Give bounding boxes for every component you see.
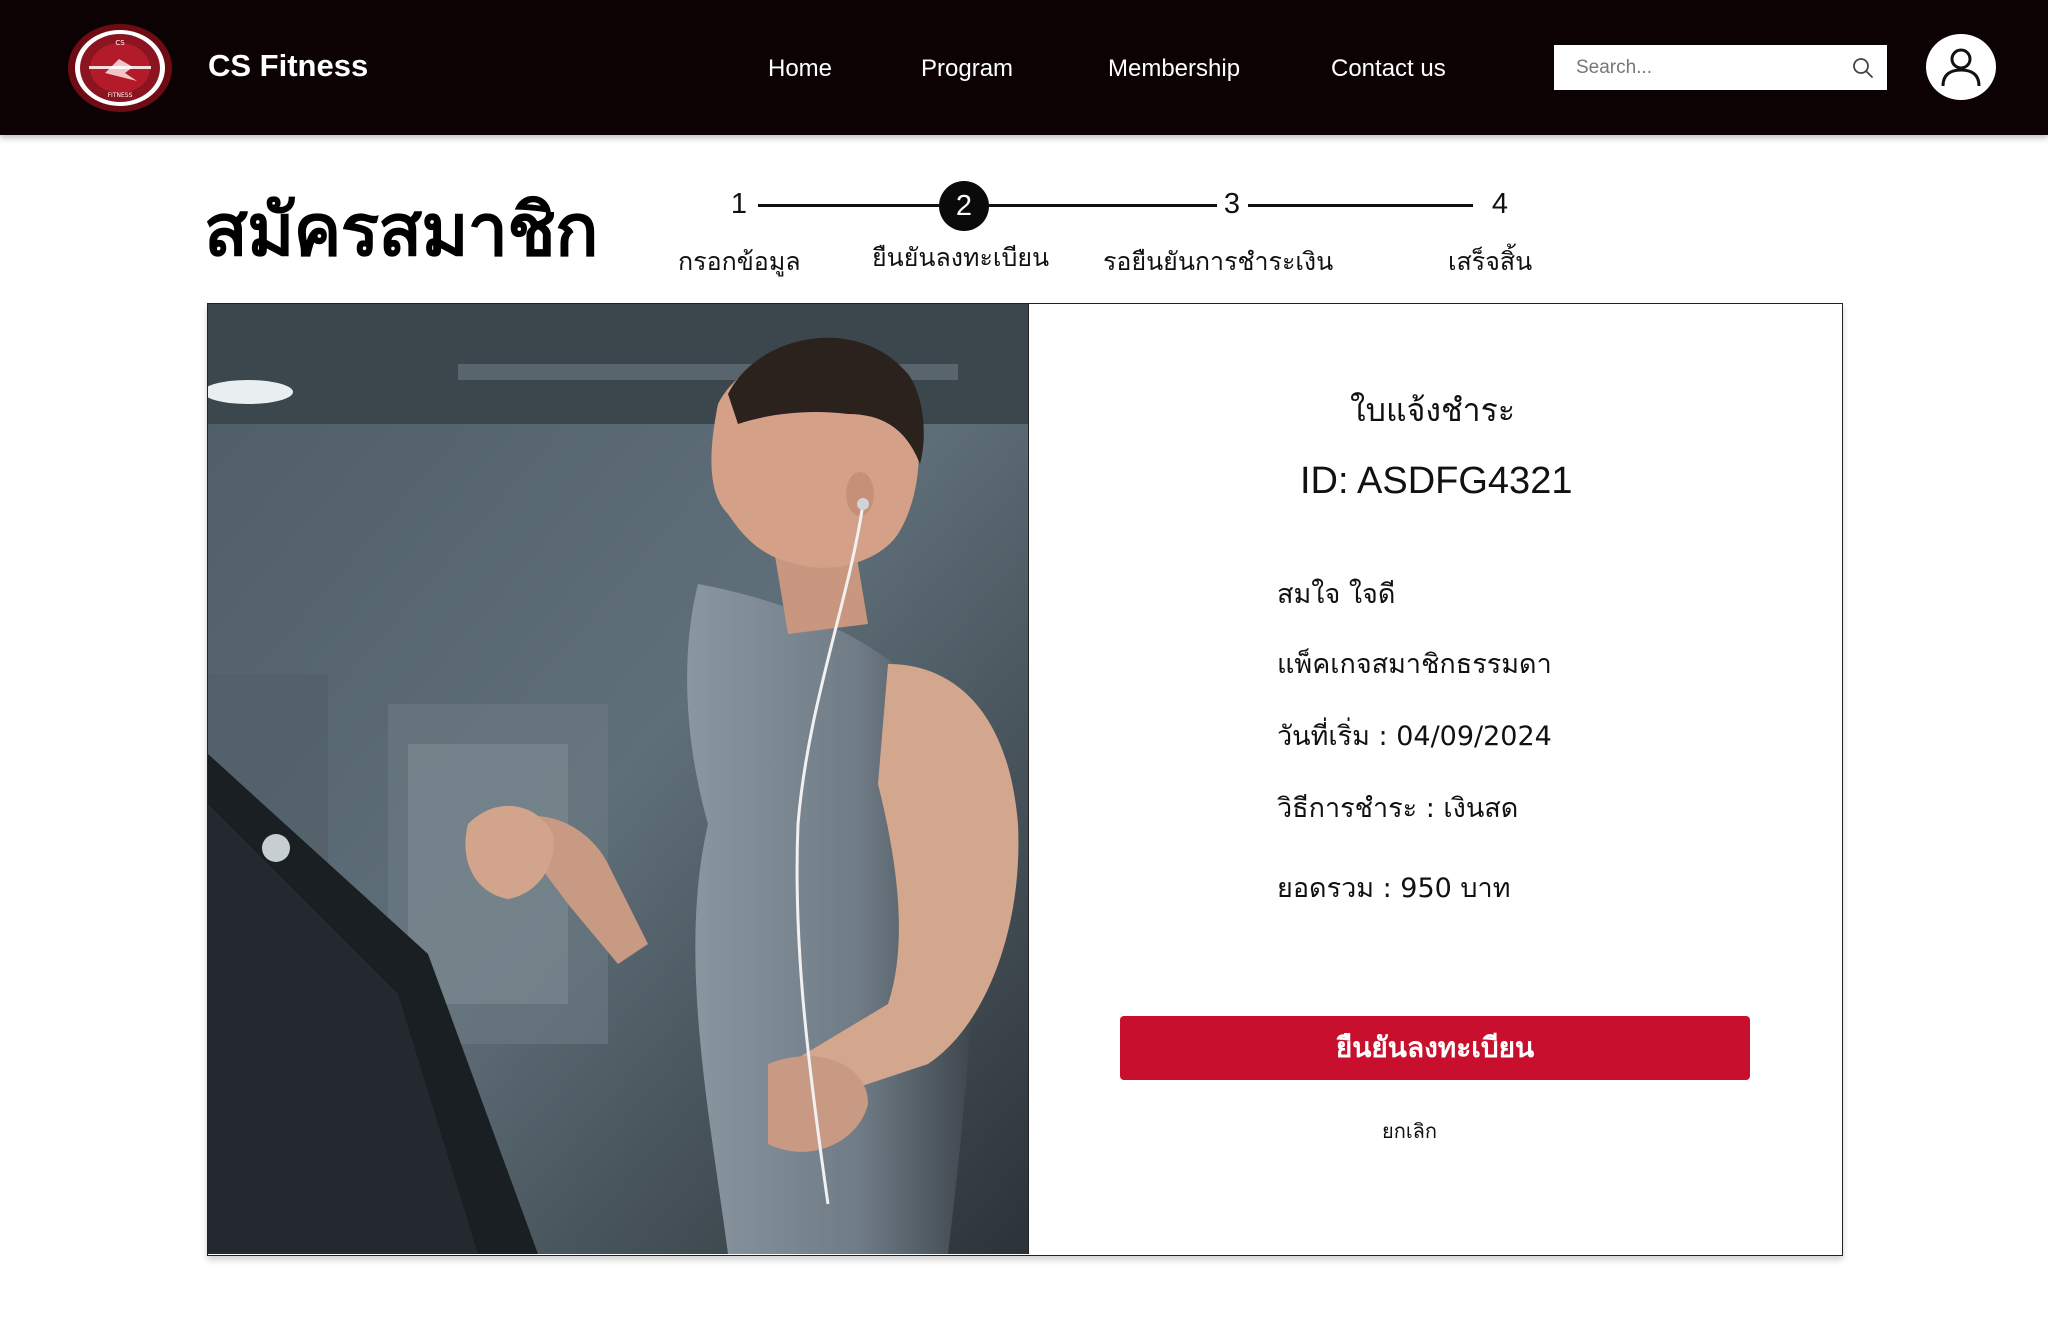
svg-text:FITNESS: FITNESS — [108, 92, 133, 99]
total-amount: ยอดรวม : 950 บาท — [1277, 873, 1511, 904]
member-name: สมใจ ใจดี — [1277, 579, 1396, 610]
search-input[interactable] — [1554, 45, 1834, 90]
step-label-1: กรอกข้อมูล — [678, 247, 801, 276]
hero-photo — [208, 304, 1029, 1254]
step-label-2: ยืนยันลงทะเบียน — [872, 243, 1050, 272]
svg-text:CS: CS — [115, 39, 125, 47]
invoice-id: ID: ASDFG4321 — [1300, 460, 1573, 502]
nav-program[interactable]: Program — [921, 55, 1013, 83]
search-box — [1554, 45, 1887, 90]
cancel-link[interactable]: ยกเลิก — [1382, 1115, 1437, 1147]
registration-card — [207, 303, 1843, 1256]
nav-membership[interactable]: Membership — [1108, 55, 1240, 83]
step-label-3: รอยืนยันการชำระเงิน — [1103, 247, 1334, 276]
brand-name[interactable]: CS Fitness — [208, 48, 368, 84]
step-connector — [989, 204, 1217, 207]
runner-photo-illustration — [208, 304, 1028, 1254]
step-number-2-active: 2 — [939, 181, 989, 231]
step-label-4: เสร็จสิ้น — [1448, 247, 1533, 276]
step-number-3: 3 — [1223, 188, 1241, 220]
confirm-registration-button[interactable]: ยืนยันลงทะเบียน — [1120, 1016, 1750, 1080]
page-title: สมัครสมาชิก — [204, 188, 599, 272]
payment-method: วิธีการชำระ : เงินสด — [1277, 793, 1519, 824]
nav-home[interactable]: Home — [768, 55, 832, 83]
cs-fitness-logo[interactable]: CS FITNESS — [67, 23, 173, 113]
user-icon — [1941, 48, 1981, 87]
step-connector — [1248, 204, 1473, 207]
top-navbar: CS FITNESS CS Fitness Home Program Membe… — [0, 0, 2048, 135]
invoice-title: ใบแจ้งชำระ — [1350, 391, 1515, 429]
step-connector — [758, 204, 939, 207]
nav-contact-us[interactable]: Contact us — [1331, 55, 1446, 83]
search-icon[interactable] — [1851, 56, 1875, 80]
user-avatar-button[interactable] — [1926, 34, 1996, 100]
step-number-4: 4 — [1491, 188, 1509, 220]
start-date: วันที่เริ่ม : 04/09/2024 — [1277, 721, 1552, 752]
membership-package: แพ็คเกจสมาชิกธรรมดา — [1277, 649, 1552, 680]
step-number-1: 1 — [730, 188, 748, 220]
